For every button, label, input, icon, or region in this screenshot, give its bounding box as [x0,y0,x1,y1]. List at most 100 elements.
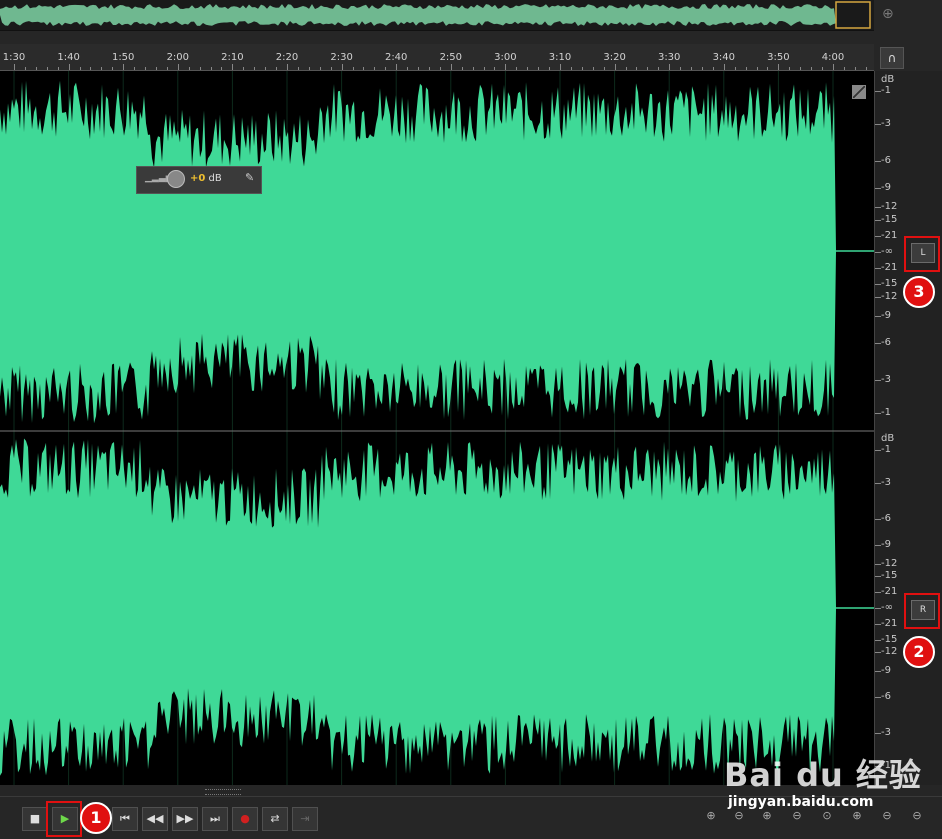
zoom-out-right-icon[interactable]: ⊖ [906,809,928,827]
ruler-minor-tick [79,67,81,70]
zoom-icon[interactable]: ⊕ [882,6,904,26]
ruler-tick-label: 2:10 [221,52,244,63]
db-scale-tick [875,342,881,344]
db-scale-label: -1 [881,84,891,96]
ruler-minor-tick [483,67,485,70]
skip-back-icon[interactable]: ⏮ [112,807,138,831]
db-scale-label: -15 [881,570,898,582]
db-scale-tick [875,380,881,382]
ruler-minor-tick [352,67,354,70]
ruler-tick [177,64,179,70]
pin-icon[interactable]: ✎ [245,171,254,184]
ruler-minor-tick [265,67,267,70]
ruler-tick-label: 3:30 [657,52,681,63]
volume-value-unit: dB [208,173,222,184]
waveform-display[interactable]: ▁▂▃▅ +0 dB ✎ [0,71,874,785]
record-icon[interactable]: ● [232,807,258,831]
ruler-minor-tick [811,67,813,70]
db-scale[interactable]: dB -1 -3 -6 -9 -12 -15 -21 -∞ -21 -15 -12 -9 -6 -3 -1 dB… [874,71,942,785]
skip-forward-icon[interactable]: ⏭ [202,807,228,831]
db-scale-label: -3 [881,117,891,129]
ruler-tick-label: 1:50 [111,52,135,63]
db-scale-tick [875,482,881,484]
ruler-minor-tick [319,67,321,70]
zoom-in-time-icon[interactable]: ⊕ [756,809,778,827]
annotation-badge-2: 2 [903,636,935,668]
ruler-minor-tick [538,67,540,70]
ruler-tick-label: 2:20 [275,52,299,63]
ruler-minor-tick [374,67,376,70]
ruler-tick [450,64,452,70]
zoom-out-amplitude-icon[interactable]: ⊖ [728,809,750,827]
right-channel-waveform [0,438,874,776]
overview-waveform-shape [0,4,836,26]
db-scale-label: -6 [881,155,891,167]
ruler-minor-tick [494,67,496,70]
volume-hud[interactable]: ▁▂▃▅ +0 dB ✎ [136,166,262,194]
corner-resize-icon[interactable] [852,85,866,99]
rewind-icon[interactable]: ◀◀ [142,807,168,831]
magnet-icon[interactable]: ∩ [880,47,904,69]
waveform-canvas [0,71,874,785]
zoom-out-time-icon[interactable]: ⊖ [786,809,808,827]
panel-resize-handle[interactable] [205,789,241,795]
ruler-tick [396,64,398,70]
zoom-in-amplitude-icon[interactable]: ⊕ [700,809,722,827]
time-ruler[interactable]: 1:30 1:40 1:50 2:00 2:10 2:20 2:30 2:40 2:50 3:00… [0,44,874,71]
highlight-box-right-channel [904,593,940,629]
volume-knob[interactable] [167,170,185,188]
ruler-tick [505,64,507,70]
ruler-minor-tick [439,67,441,70]
ruler-minor-tick [221,67,223,70]
ruler-minor-tick [701,67,703,70]
overview-bar[interactable] [0,0,874,31]
db-scale-label: -15 [881,213,898,225]
ruler-tick-label: 2:50 [439,52,463,63]
zoom-in-selection-icon[interactable]: ⊕ [846,809,868,827]
ruler-minor-tick [658,67,660,70]
fast-forward-icon[interactable]: ▶▶ [172,807,198,831]
zoom-full-icon[interactable]: ⊙ [816,809,838,827]
ruler-tick [68,64,70,70]
overview-waveform [0,1,871,29]
ruler-minor-tick [385,67,387,70]
db-scale-tick [875,284,881,286]
ruler-minor-tick [789,67,791,70]
overview-viewport[interactable] [835,1,871,29]
ruler-minor-tick [276,67,278,70]
db-scale-label: -12 [881,291,898,303]
ruler-minor-tick [35,67,37,70]
ruler-minor-tick [603,67,605,70]
db-scale-label: -6 [881,690,891,702]
skip-selection-icon[interactable]: ⇥ [292,807,318,831]
loop-icon[interactable]: ⇄ [262,807,288,831]
ruler-tick [287,64,288,70]
ruler-tick [123,64,125,70]
watermark-url: jingyan.baidu.com [728,794,874,810]
ruler-minor-tick [516,67,518,70]
db-scale-label: -∞ [881,246,893,257]
db-scale-tick [875,235,881,237]
ruler-minor-tick [112,67,114,70]
ruler-minor-tick [155,67,157,70]
db-scale-tick [875,696,881,698]
ruler-tick [14,64,15,70]
db-scale-label: -3 [881,476,891,488]
ruler-minor-tick [767,67,769,70]
db-scale-label: -6 [881,336,891,348]
db-scale-tick [875,652,881,654]
ruler-minor-tick [46,67,48,70]
ruler-minor-tick [243,67,245,70]
ruler-minor-tick [625,67,627,70]
annotation-badge-3: 3 [903,276,935,308]
ruler-minor-tick [145,67,147,70]
ruler-minor-tick [90,67,92,70]
db-scale-tick [875,733,881,735]
ruler-tick [614,64,616,70]
db-scale-tick [875,161,881,163]
zoom-out-left-icon[interactable]: ⊖ [876,809,898,827]
stop-icon[interactable]: ■ [22,807,48,831]
ruler-tick-label: 3:10 [548,52,572,63]
db-scale-tick [875,316,881,318]
ruler-minor-tick [691,67,693,70]
